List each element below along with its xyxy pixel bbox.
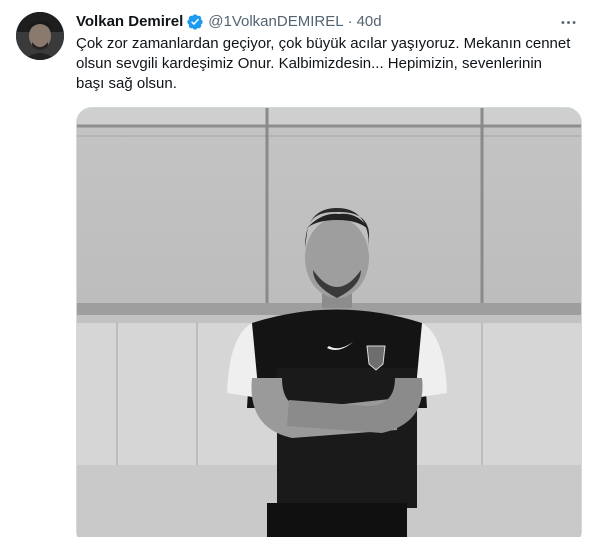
tweet-text: Çok zor zamanlardan geçiyor, çok büyük a… xyxy=(76,34,582,94)
author-handle[interactable]: @1VolkanDEMIREL xyxy=(208,12,343,32)
tweet-text-line: olsun sevgili kardeşimiz Onur. Kalbimizd… xyxy=(76,55,543,72)
tweet-timestamp[interactable]: 40d xyxy=(357,12,382,32)
avatar-image xyxy=(16,12,64,60)
author-display-name[interactable]: Volkan Demirel xyxy=(76,12,183,32)
tweet-photo[interactable] xyxy=(76,107,582,537)
tweet-header: Volkan Demirel @1VolkanDEMIREL · 40d xyxy=(76,12,382,32)
more-options-icon xyxy=(561,20,575,24)
more-options-button[interactable] xyxy=(556,10,580,34)
verified-badge-icon xyxy=(186,13,204,31)
tweet-text-line: Çok zor zamanlardan geçiyor, çok büyük a… xyxy=(76,35,571,52)
tweet-photo-image xyxy=(77,108,581,537)
avatar[interactable] xyxy=(16,12,64,60)
tweet-text-line: başı sağ olsun. xyxy=(76,75,177,92)
tweet: Volkan Demirel @1VolkanDEMIREL · 40d Çok… xyxy=(0,0,594,537)
separator-dot: · xyxy=(347,13,353,30)
